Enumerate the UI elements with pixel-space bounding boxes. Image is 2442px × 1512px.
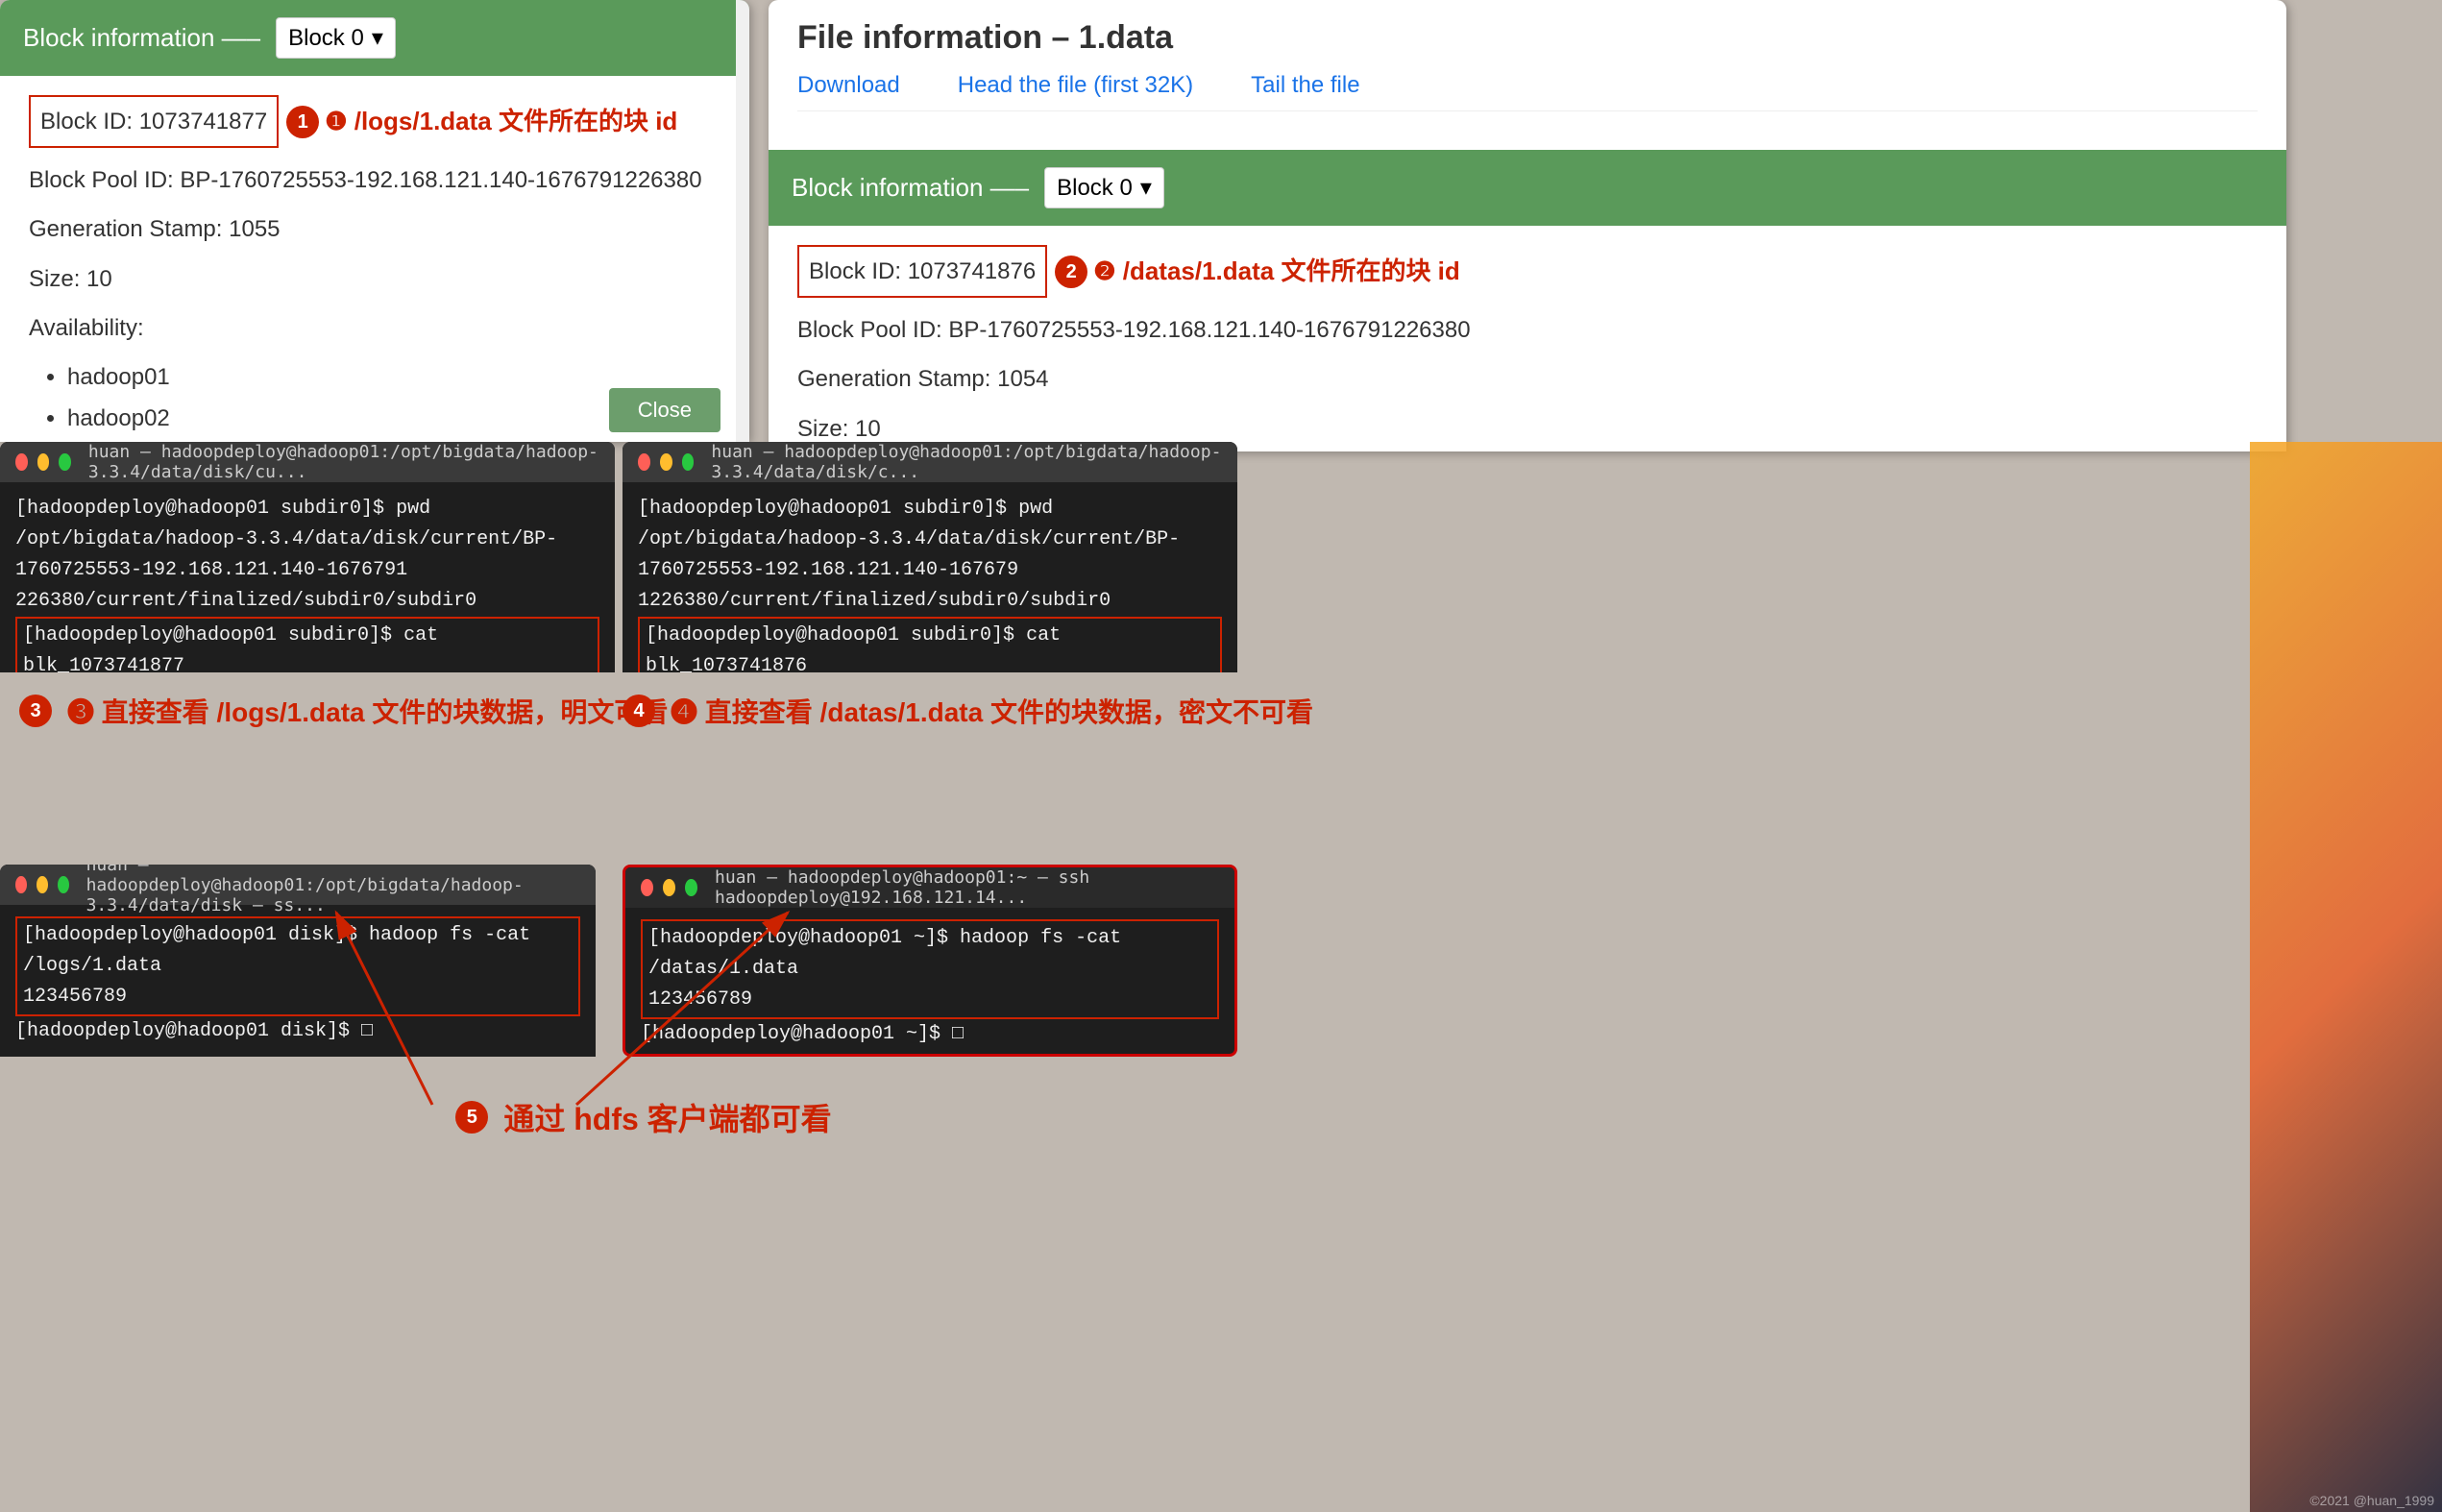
terminal-br-content: [hadoopdeploy@hadoop01 ~]$ hadoop fs -ca… bbox=[625, 908, 1234, 1057]
right-pool-id: Block Pool ID: BP-1760725553-192.168.121… bbox=[797, 309, 2258, 351]
ann2-text: ❷ /datas/1.data 文件所在的块 id bbox=[1093, 249, 1460, 294]
left-block-content: Block ID: 1073741877 1 ❶ /logs/1.data 文件… bbox=[0, 76, 749, 442]
bl-line2: 123456789 bbox=[23, 982, 573, 1012]
left-block-header: Block information —– Block 0 ▾ bbox=[0, 0, 749, 76]
br-block: [hadoopdeploy@hadoop01 ~]$ hadoop fs -ca… bbox=[641, 919, 1219, 1019]
terminal-tl-titlebar: huan — hadoopdeploy@hadoop01:/opt/bigdat… bbox=[0, 442, 615, 482]
tl-line2: /opt/bigdata/hadoop-3.3.4/data/disk/curr… bbox=[15, 524, 599, 586]
right-block-id-box: Block ID: 1073741876 bbox=[797, 245, 1047, 298]
scrollbar-left[interactable] bbox=[736, 0, 749, 442]
dot-green-bl[interactable] bbox=[58, 876, 69, 893]
tl-line4: [hadoopdeploy@hadoop01 subdir0]$ cat blk… bbox=[23, 621, 592, 672]
terminal-tr-content: [hadoopdeploy@hadoop01 subdir0]$ pwd /op… bbox=[623, 482, 1237, 672]
right-browser-window: File information – 1.data Download Head … bbox=[769, 0, 2286, 451]
ann1-badge: 1 bbox=[286, 106, 319, 138]
tr-line4: [hadoopdeploy@hadoop01 subdir0]$ cat blk… bbox=[646, 621, 1214, 672]
tail-file-link[interactable]: Tail the file bbox=[1251, 72, 1359, 99]
bl-block: [hadoopdeploy@hadoop01 disk]$ hadoop fs … bbox=[15, 916, 580, 1016]
terminal-bl-titlebar: huan — hadoopdeploy@hadoop01:/opt/bigdat… bbox=[0, 865, 596, 905]
terminal-bottom-right: huan — hadoopdeploy@hadoop01:~ — ssh had… bbox=[623, 865, 1237, 1057]
br-line2: 123456789 bbox=[648, 985, 1211, 1015]
ann3-badge: 3 bbox=[19, 695, 52, 727]
left-gen-stamp: Generation Stamp: 1055 bbox=[29, 208, 720, 250]
terminal-br-titlebar: huan — hadoopdeploy@hadoop01:~ — ssh had… bbox=[625, 867, 1234, 908]
annotation-3: 3 ❸ 直接查看 /logs/1.data 文件的块数据，明文可看 bbox=[19, 692, 668, 730]
terminal-top-right: huan — hadoopdeploy@hadoop01:/opt/bigdat… bbox=[623, 442, 1237, 672]
annotation-4: 4 ❹ 直接查看 /datas/1.data 文件的块数据，密文不可看 bbox=[623, 692, 1313, 730]
dot-yellow-tr[interactable] bbox=[660, 453, 672, 471]
left-block-select[interactable]: Block 0 ▾ bbox=[276, 17, 396, 59]
terminal-tl-title: huan — hadoopdeploy@hadoop01:/opt/bigdat… bbox=[88, 442, 599, 482]
left-pool-id: Block Pool ID: BP-1760725553-192.168.121… bbox=[29, 159, 720, 201]
tl-block-cmd: [hadoopdeploy@hadoop01 subdir0]$ cat blk… bbox=[15, 617, 599, 672]
left-browser-window: Block information —– Block 0 ▾ Block ID:… bbox=[0, 0, 749, 442]
terminal-bottom-left: huan — hadoopdeploy@hadoop01:/opt/bigdat… bbox=[0, 865, 596, 1057]
tr-line2: /opt/bigdata/hadoop-3.3.4/data/disk/curr… bbox=[638, 524, 1222, 586]
terminal-bl-title: huan — hadoopdeploy@hadoop01:/opt/bigdat… bbox=[86, 865, 580, 915]
ann3-text: ❸ 直接查看 /logs/1.data 文件的块数据，明文可看 bbox=[67, 692, 668, 730]
dot-green-tl[interactable] bbox=[59, 453, 71, 471]
bl-line1: [hadoopdeploy@hadoop01 disk]$ hadoop fs … bbox=[23, 920, 573, 982]
ann5-text: 通过 hdfs 客户端都可看 bbox=[503, 1095, 831, 1139]
decorative-gradient bbox=[2250, 442, 2442, 1512]
right-gen-stamp: Generation Stamp: 1054 bbox=[797, 358, 2258, 400]
dot-green-br[interactable] bbox=[685, 879, 697, 896]
tr-block-cmd: [hadoopdeploy@hadoop01 subdir0]$ cat blk… bbox=[638, 617, 1222, 672]
left-header-label: Block information —– bbox=[23, 23, 260, 53]
right-block-select[interactable]: Block 0 ▾ bbox=[1044, 167, 1164, 208]
file-info-title: File information – 1.data bbox=[797, 19, 2258, 57]
close-button[interactable]: Close bbox=[609, 388, 720, 432]
br-line1: [hadoopdeploy@hadoop01 ~]$ hadoop fs -ca… bbox=[648, 923, 1211, 985]
terminal-bl-content: [hadoopdeploy@hadoop01 disk]$ hadoop fs … bbox=[0, 905, 596, 1057]
bl-line3: [hadoopdeploy@hadoop01 disk]$ □ bbox=[15, 1016, 580, 1047]
dot-green-tr[interactable] bbox=[682, 453, 695, 471]
left-size: Size: 10 bbox=[29, 258, 720, 300]
dot-red-br[interactable] bbox=[641, 879, 653, 896]
left-block-id-row: Block ID: 1073741877 1 ❶ /logs/1.data 文件… bbox=[29, 95, 720, 148]
dot-yellow-tl[interactable] bbox=[37, 453, 50, 471]
left-block-id-box: Block ID: 1073741877 bbox=[29, 95, 279, 148]
terminal-tr-title: huan — hadoopdeploy@hadoop01:/opt/bigdat… bbox=[711, 442, 1222, 482]
tl-line1: [hadoopdeploy@hadoop01 subdir0]$ pwd bbox=[15, 494, 599, 524]
ann5-badge: 5 bbox=[455, 1101, 488, 1134]
ann4-text: ❹ 直接查看 /datas/1.data 文件的块数据，密文不可看 bbox=[671, 692, 1313, 730]
terminal-br-title: huan — hadoopdeploy@hadoop01:~ — ssh had… bbox=[715, 867, 1219, 908]
tr-line1: [hadoopdeploy@hadoop01 subdir0]$ pwd bbox=[638, 494, 1222, 524]
dot-red-bl[interactable] bbox=[15, 876, 27, 893]
right-header-label: Block information —– bbox=[792, 173, 1029, 203]
ann1-text: ❶ /logs/1.data 文件所在的块 id bbox=[325, 99, 677, 144]
dot-red-tl[interactable] bbox=[15, 453, 28, 471]
tr-line3: 1226380/current/finalized/subdir0/subdir… bbox=[638, 586, 1222, 617]
dot-yellow-bl[interactable] bbox=[37, 876, 48, 893]
dot-yellow-br[interactable] bbox=[663, 879, 675, 896]
terminal-top-left: huan — hadoopdeploy@hadoop01:/opt/bigdat… bbox=[0, 442, 615, 672]
dot-red-tr[interactable] bbox=[638, 453, 650, 471]
head-file-link[interactable]: Head the file (first 32K) bbox=[958, 72, 1193, 99]
annotation-5: 5 通过 hdfs 客户端都可看 bbox=[307, 1095, 980, 1139]
ann4-badge: 4 bbox=[623, 695, 655, 727]
watermark: ©2021 @huan_1999 bbox=[2309, 1493, 2434, 1508]
right-block-id-row: Block ID: 1073741876 2 ❷ /datas/1.data 文… bbox=[797, 245, 2258, 298]
file-info-links: Download Head the file (first 32K) Tail … bbox=[797, 72, 2258, 111]
ann2-badge: 2 bbox=[1055, 256, 1087, 288]
right-block-header: Block information —– Block 0 ▾ bbox=[769, 150, 2286, 226]
terminal-tl-content: [hadoopdeploy@hadoop01 subdir0]$ pwd /op… bbox=[0, 482, 615, 672]
terminal-tr-titlebar: huan — hadoopdeploy@hadoop01:/opt/bigdat… bbox=[623, 442, 1237, 482]
file-info-panel: File information – 1.data Download Head … bbox=[769, 0, 2286, 150]
br-line3: [hadoopdeploy@hadoop01 ~]$ □ bbox=[641, 1019, 1219, 1050]
download-link[interactable]: Download bbox=[797, 72, 900, 99]
tl-line3: 226380/current/finalized/subdir0/subdir0 bbox=[15, 586, 599, 617]
right-block-content: Block ID: 1073741876 2 ❷ /datas/1.data 文… bbox=[769, 226, 2286, 451]
left-availability-label: Availability: bbox=[29, 307, 720, 349]
